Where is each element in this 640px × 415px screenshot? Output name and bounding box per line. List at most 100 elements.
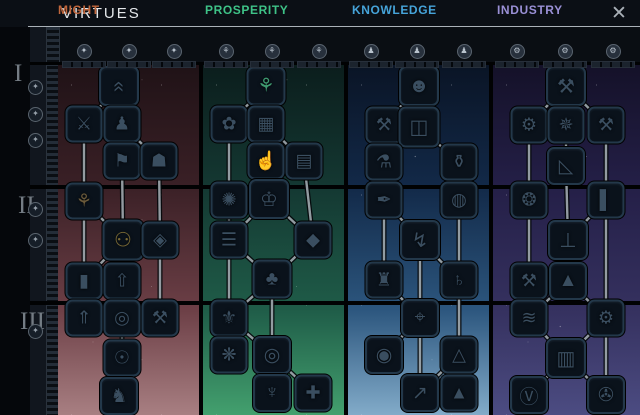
column-title-knowledge: KNOWLEDGE xyxy=(352,3,437,17)
scholar-icon: ♟ xyxy=(410,44,425,59)
virtues-panel: VIRTUES ✕ »⚔♟⚑☗⚘⚇◈▮⇧⇑◎⚒☉♞⚘✿▦☝▤✺♔☰◆♣⚜❋◎♆✚… xyxy=(0,0,640,415)
might-figure-node[interactable]: ♟ xyxy=(104,106,141,143)
fist-icon: ✦ xyxy=(77,44,92,59)
might-arrow-up-node[interactable]: ⇧ xyxy=(104,263,141,300)
industry-chisel-node[interactable]: ▌ xyxy=(588,182,625,219)
snowflake-icon: ❋ xyxy=(221,345,236,366)
temple-columns-icon: ▥ xyxy=(557,346,576,371)
might-hex-ring-node[interactable]: ◎ xyxy=(104,300,141,337)
might-mask-node[interactable]: ⚇ xyxy=(103,220,144,261)
tier-era-indicator-industry-1: ⚙ xyxy=(495,44,539,68)
might-banner-node[interactable]: ⚑ xyxy=(104,143,141,180)
might-circled-figure-node[interactable]: ☉ xyxy=(104,340,141,377)
tier-2-unlock-button-1[interactable]: ✦ xyxy=(28,202,43,217)
tier-era-indicator-might-1: ✦ xyxy=(62,44,106,68)
knowledge-bust-node[interactable]: ☻ xyxy=(399,66,439,106)
helmet-icon: ◈ xyxy=(153,230,167,251)
knowledge-cone-node[interactable]: ▲ xyxy=(441,375,478,412)
prosperity-plus-node[interactable]: ✚ xyxy=(295,375,332,412)
industry-gear-node[interactable]: ⚙ xyxy=(511,107,548,144)
tier-2-unlock-button-2[interactable]: ✦ xyxy=(28,233,43,248)
knowledge-branch-node[interactable]: ↯ xyxy=(400,220,440,260)
hex-arrow-icon: ⇑ xyxy=(76,308,91,329)
scholar-icon: ♟ xyxy=(364,44,379,59)
knowledge-open-book-node[interactable]: ◫ xyxy=(399,107,440,148)
industry-saw-blade-node[interactable]: ❂ xyxy=(511,182,548,219)
prosperity-green-apple-node[interactable]: ⚘ xyxy=(247,67,286,106)
might-rank-chevrons-node[interactable]: » xyxy=(99,66,139,106)
prosperity-crown-node[interactable]: ♔ xyxy=(249,179,289,219)
prosperity-wreath-node[interactable]: ◎ xyxy=(253,336,291,374)
might-pillar-node[interactable]: ▮ xyxy=(66,263,103,300)
industry-wave-node[interactable]: ≋ xyxy=(511,300,548,337)
prosperity-scroll-node[interactable]: ▤ xyxy=(286,143,323,180)
prosperity-hand-node[interactable]: ☝ xyxy=(248,143,285,180)
prosperity-tree-node[interactable]: ♣ xyxy=(253,260,292,299)
burst-icon: ✺ xyxy=(221,190,236,211)
close-icon[interactable]: ✕ xyxy=(606,2,632,26)
virtue-slot-bar xyxy=(442,61,486,68)
column-divider-1 xyxy=(199,63,203,415)
alembic-icon: ⚗ xyxy=(376,152,392,173)
knowledge-altar-node[interactable]: ♜ xyxy=(366,262,403,299)
knowledge-alembic-node[interactable]: ⚗ xyxy=(366,144,403,181)
ringed-planet-icon: ♄ xyxy=(452,270,466,291)
might-crossed-weapons-node[interactable]: ⚒ xyxy=(142,300,179,337)
industry-wrench-node[interactable]: ⚒ xyxy=(546,66,586,106)
industry-hammer-node[interactable]: ⚒ xyxy=(511,263,548,300)
might-gauntlet-node[interactable]: ☗ xyxy=(141,143,178,180)
might-ram-node[interactable]: ♞ xyxy=(100,377,138,415)
cone-icon: ▲ xyxy=(450,383,468,404)
tier-3-unlock-button-1[interactable]: ✦ xyxy=(28,324,43,339)
industry-factory-node[interactable]: ⚙ xyxy=(588,300,625,337)
bust-icon: ☻ xyxy=(408,75,429,98)
industry-mountain-node[interactable]: ▲ xyxy=(549,262,587,300)
gear-icon: ⚙ xyxy=(521,115,537,136)
industry-toolkit-node[interactable]: ✇ xyxy=(587,376,625,414)
might-sword-node[interactable]: ⚔ xyxy=(66,106,103,143)
knowledge-ringed-planet-node[interactable]: ♄ xyxy=(441,262,478,299)
knowledge-hammers-node[interactable]: ⚒ xyxy=(366,107,403,144)
might-hex-arrow-node[interactable]: ⇑ xyxy=(66,300,103,337)
tier-era-indicator-industry-3: ⚙ xyxy=(591,44,635,68)
gear-icon: ⚙ xyxy=(510,44,525,59)
virtue-slot-bar xyxy=(297,61,341,68)
anvil-icon: ⊥ xyxy=(559,228,576,253)
virtue-slot-bar xyxy=(349,61,393,68)
wreath-icon: ◎ xyxy=(264,344,281,367)
fist-icon: ✦ xyxy=(167,44,182,59)
industry-hammer-star-node[interactable]: ✵ xyxy=(548,107,585,144)
prosperity-palm-node[interactable]: ♆ xyxy=(253,374,291,412)
industry-temple-columns-node[interactable]: ▥ xyxy=(546,338,586,378)
leaf-icon: ⚘ xyxy=(265,44,280,59)
knowledge-microscope-node[interactable]: ⌖ xyxy=(401,299,439,337)
prosperity-burst-node[interactable]: ✺ xyxy=(211,182,248,219)
industry-anvil-node[interactable]: ⊥ xyxy=(548,220,588,260)
might-helmet-node[interactable]: ◈ xyxy=(142,222,179,259)
might-apple-node[interactable]: ⚘ xyxy=(66,183,103,220)
prosperity-cloth-swirl-node[interactable]: ✿ xyxy=(211,106,248,143)
prosperity-city-chart-node[interactable]: ▦ xyxy=(248,106,285,143)
knowledge-urn-node[interactable]: ⚱ xyxy=(441,144,478,181)
knowledge-eye-node[interactable]: ◉ xyxy=(365,336,403,374)
industry-pickaxe-node[interactable]: ⚒ xyxy=(588,107,625,144)
tier-1-unlock-button-3[interactable]: ✦ xyxy=(28,133,43,148)
knowledge-globe-node[interactable]: ◍ xyxy=(441,182,478,219)
tier-1-unlock-button-2[interactable]: ✦ xyxy=(28,107,43,122)
industry-set-square-node[interactable]: ◺ xyxy=(547,147,585,185)
prosperity-lotus-node[interactable]: ⚜ xyxy=(211,300,248,337)
telescope-icon: ↗ xyxy=(412,382,428,405)
gear-icon: ⚙ xyxy=(558,44,573,59)
prosperity-gem-node[interactable]: ◆ xyxy=(295,222,332,259)
tier-1-unlock-button-1[interactable]: ✦ xyxy=(28,80,43,95)
prosperity-snowflake-node[interactable]: ❋ xyxy=(211,337,248,374)
plus-icon: ✚ xyxy=(305,383,320,404)
virtue-slot-bar xyxy=(395,61,439,68)
industry-circled-v-node[interactable]: Ⓥ xyxy=(510,376,548,414)
knowledge-telescope-node[interactable]: ↗ xyxy=(401,374,439,412)
knowledge-pyramid-eye-node[interactable]: △ xyxy=(441,337,478,374)
knowledge-quill-node[interactable]: ✒ xyxy=(366,182,403,219)
mountain-icon: ▲ xyxy=(559,270,578,292)
prosperity-stack-node[interactable]: ☰ xyxy=(211,222,248,259)
figure-icon: ♟ xyxy=(114,114,130,135)
